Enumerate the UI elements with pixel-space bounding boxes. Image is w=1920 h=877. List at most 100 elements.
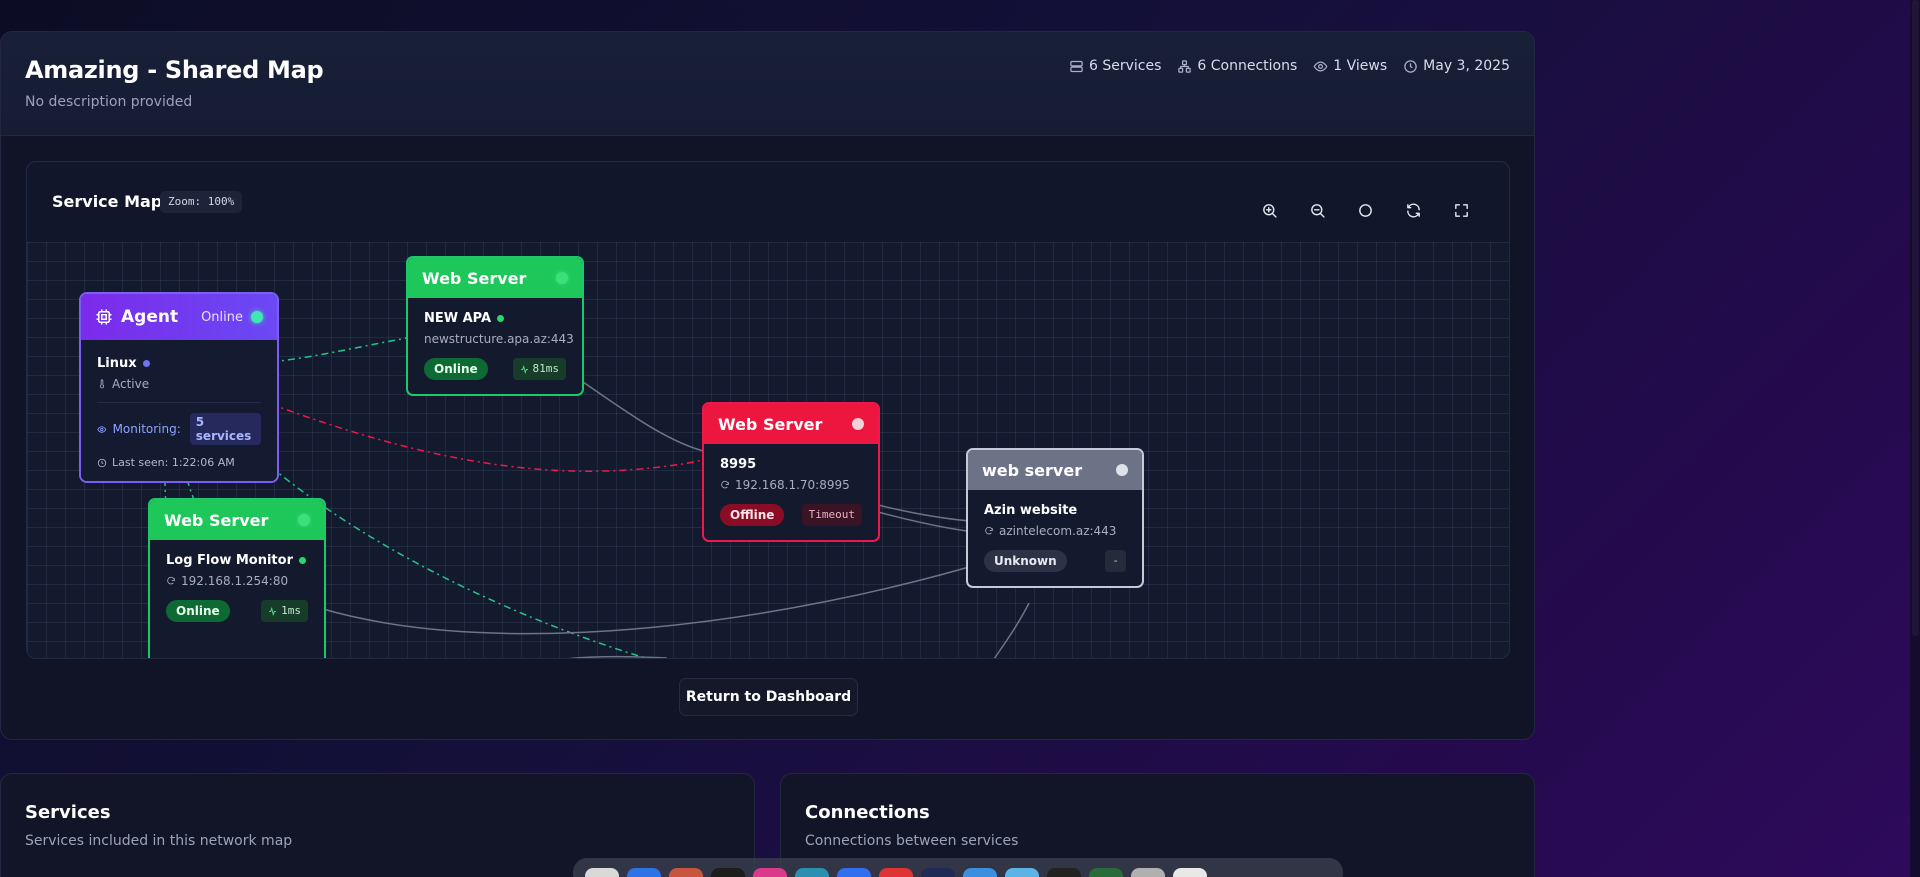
status-dot: [298, 514, 310, 526]
connections-count: 6 Connections: [1197, 58, 1298, 74]
node-name-text: Log Flow Monitor: [166, 553, 293, 568]
service-node-offscreen[interactable]: [853, 658, 1031, 659]
page-title: Amazing - Shared Map: [25, 56, 324, 84]
agent-monitoring: Monitoring: 5 services: [97, 413, 261, 445]
service-map-toolbar: Service Map Zoom: 100%: [27, 162, 1509, 242]
map-header: Amazing - Shared Map No description prov…: [1, 32, 1534, 136]
status-dot: [852, 418, 864, 430]
monitoring-count-badge: 5 services: [189, 413, 261, 445]
dock-app-icon[interactable]: [753, 868, 787, 877]
page-scrollbar[interactable]: [1910, 0, 1920, 877]
node-address: newstructure.apa.az:443: [424, 332, 574, 346]
reset-view-button[interactable]: [1353, 198, 1378, 223]
agent-host-name: Linux: [97, 356, 137, 371]
agent-title: Agent: [121, 307, 179, 327]
refresh-button[interactable]: [1401, 198, 1426, 223]
node-type: Web Server: [718, 414, 823, 434]
node-name-text: NEW APA: [424, 311, 492, 326]
agent-host: Linux: [97, 356, 261, 371]
connections-title: Connections: [805, 802, 930, 823]
latency-value: 81ms: [532, 362, 560, 375]
services-stat: 6 Services: [1069, 58, 1161, 74]
agent-node-header: Agent Online: [81, 294, 277, 340]
service-node-logflow[interactable]: Web Server Log Flow Monitor 192.168.1.25…: [148, 498, 326, 658]
node-address-text: 192.168.1.254:80: [181, 574, 289, 588]
cpu-icon: [96, 309, 112, 325]
views-stat: 1 Views: [1313, 58, 1387, 74]
thermometer-icon: [99, 379, 105, 389]
return-to-dashboard-button[interactable]: Return to Dashboard: [679, 678, 858, 716]
refresh-icon: [985, 526, 993, 535]
scrollbar-thumb[interactable]: [1912, 0, 1919, 636]
latency-value: Timeout: [808, 508, 855, 521]
eye-icon: [1313, 60, 1328, 72]
refresh-icon: [721, 480, 729, 489]
connections-subtitle: Connections between services: [805, 833, 1019, 849]
status-dot: [1116, 464, 1128, 476]
node-body: 8995 192.168.1.70:8995 Offline Timeout: [704, 444, 878, 540]
status-dot: [556, 272, 568, 284]
service-map-card: Service Map Zoom: 100% Agent Online Linu…: [26, 161, 1510, 659]
node-footer: Online 81ms: [424, 358, 566, 380]
fullscreen-icon: [1455, 204, 1468, 217]
latency-badge: 81ms: [512, 358, 566, 380]
zoom-out-button[interactable]: [1305, 198, 1330, 223]
dock-app-icon[interactable]: [963, 868, 997, 877]
latency-badge: -: [1105, 550, 1126, 572]
agent-state-label: Active: [112, 377, 150, 391]
dock-app-icon[interactable]: [795, 868, 829, 877]
dock-app-icon[interactable]: [879, 868, 913, 877]
agent-node[interactable]: Agent Online Linux Active Monitoring: 5 …: [79, 292, 279, 483]
node-name: NEW APA: [424, 311, 566, 326]
node-footer: Online 1ms: [166, 600, 308, 622]
service-node-azin[interactable]: web server Azin website azintelecom.az:4…: [966, 448, 1144, 588]
dock-app-icon[interactable]: [1005, 868, 1039, 877]
service-map-title: Service Map: [52, 192, 163, 211]
clock-icon: [97, 458, 107, 467]
dock-app-icon[interactable]: [1089, 868, 1123, 877]
agent-status-dot: [251, 311, 263, 323]
last-seen-label: Last seen: 1:22:06 AM: [112, 456, 235, 469]
monitoring-label: Monitoring:: [112, 422, 181, 436]
agent-status-label: Online: [201, 309, 243, 325]
dock-app-icon[interactable]: [1131, 868, 1165, 877]
agent-node-body: Linux Active Monitoring: 5 services Last…: [81, 340, 277, 481]
zoom-out-icon: [1311, 204, 1325, 218]
zoom-in-button[interactable]: [1257, 198, 1282, 223]
edge-bottom-offscreen[interactable]: [557, 655, 668, 659]
dock-app-icon[interactable]: [921, 868, 955, 877]
node-header: Web Server: [150, 500, 324, 540]
dock-app-icon[interactable]: [585, 868, 619, 877]
service-node-8995[interactable]: Web Server 8995 192.168.1.70:8995 Offlin…: [702, 402, 880, 542]
agent-divider: [97, 402, 261, 403]
status-pill: Unknown: [984, 550, 1067, 572]
node-address-text: 192.168.1.70:8995: [735, 478, 850, 492]
node-address-text: newstructure.apa.az:443: [424, 332, 574, 346]
services-title: Services: [25, 802, 111, 823]
service-node-newapa[interactable]: Web Server NEW APA newstructure.apa.az:4…: [406, 256, 584, 396]
edge-agent-8995[interactable]: [270, 403, 703, 473]
edge-logflow-azin[interactable]: [322, 559, 994, 635]
node-header: Web Server: [408, 258, 582, 298]
node-address-text: azintelecom.az:443: [999, 524, 1117, 538]
node-name-dot: [497, 315, 505, 322]
edge-agent-newapa[interactable]: [270, 337, 408, 363]
activity-icon: [520, 364, 528, 374]
services-count: 6 Services: [1089, 58, 1162, 74]
agent-last-seen: Last seen: 1:22:06 AM: [97, 456, 261, 469]
server-icon: [1070, 60, 1083, 72]
edge-newapa-8995[interactable]: [582, 381, 708, 453]
dock-app-icon[interactable]: [1047, 868, 1081, 877]
service-map-canvas[interactable]: Agent Online Linux Active Monitoring: 5 …: [27, 242, 1509, 659]
dock-app-icon[interactable]: [837, 868, 871, 877]
date-stat: May 3, 2025: [1403, 58, 1510, 74]
dock-app-icon[interactable]: [1173, 868, 1207, 877]
dock-app-icon[interactable]: [669, 868, 703, 877]
node-body: Azin website azintelecom.az:443 Unknown …: [968, 490, 1142, 586]
dock-app-icon[interactable]: [627, 868, 661, 877]
edge-azin-offscreen[interactable]: [992, 602, 1030, 659]
clock-icon: [1404, 59, 1417, 73]
created-date: May 3, 2025: [1423, 58, 1510, 74]
dock-app-icon[interactable]: [711, 868, 745, 877]
fullscreen-button[interactable]: [1449, 198, 1474, 223]
